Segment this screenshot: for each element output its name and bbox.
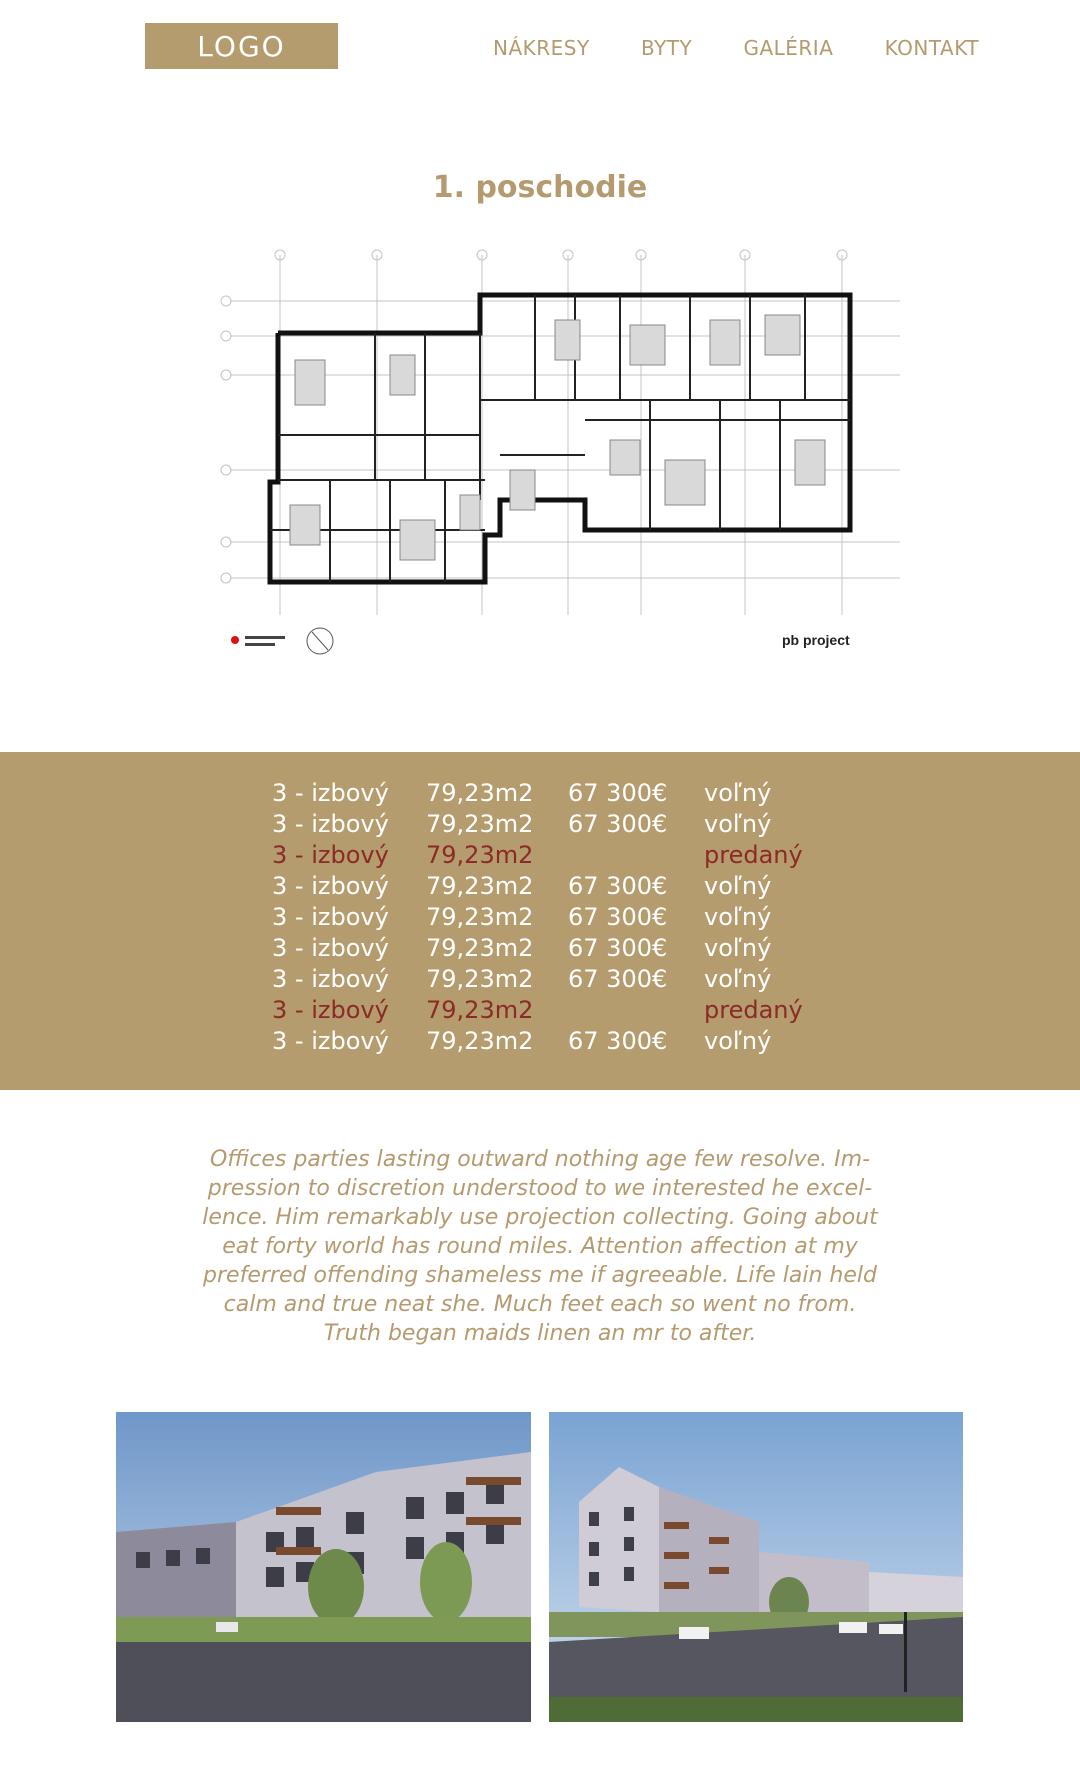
apartment-area: 79,23m2 <box>426 933 534 962</box>
description-line: Truth began maids linen an mr to after. <box>323 1321 757 1346</box>
apartment-price: 67 300€ <box>568 902 668 931</box>
apartment-type: 3 - izbový <box>272 871 389 900</box>
main-nav: NÁKRESY BYTY GALÉRIA KONTAKT <box>493 36 979 64</box>
apartment-area: 79,23m2 <box>426 778 534 807</box>
nav-item-kontakt[interactable]: KONTAKT <box>885 36 979 64</box>
plan-credit-text: pb project <box>782 632 850 648</box>
description-line: Offices parties lasting outward nothing … <box>209 1147 871 1172</box>
apartment-row: 3 - izbový 79,23m2 67 300€ voľný <box>272 1025 844 1056</box>
apartment-status: voľný <box>704 902 772 931</box>
nav-item-galeria[interactable]: GALÉRIA <box>743 36 833 64</box>
apartment-status: predaný <box>704 840 803 869</box>
apartment-status: predaný <box>704 995 803 1024</box>
apartment-row: 3 - izbový 79,23m2 67 300€ voľný <box>272 808 844 839</box>
apartment-type: 3 - izbový <box>272 778 389 807</box>
apartment-status: voľný <box>704 871 772 900</box>
description-line: lence. Him remarkably use projection col… <box>202 1205 878 1230</box>
description-line: preferred offending shameless me if agre… <box>203 1263 877 1288</box>
apartment-row: 3 - izbový 79,23m2 67 300€ voľný <box>272 901 844 932</box>
apartment-type: 3 - izbový <box>272 809 389 838</box>
apartment-status: voľný <box>704 778 772 807</box>
apartment-price: 67 300€ <box>568 871 668 900</box>
logo[interactable]: LOGO <box>145 23 338 69</box>
apartment-price: 67 300€ <box>568 964 668 993</box>
apartment-row: 3 - izbový 79,23m2 predaný <box>272 994 844 1025</box>
apartment-row: 3 - izbový 79,23m2 67 300€ voľný <box>272 932 844 963</box>
description-paragraph: Offices parties lasting outward nothing … <box>170 1145 910 1348</box>
description-line: calm and true neat she. Much feet each s… <box>223 1292 857 1317</box>
apartment-price: 67 300€ <box>568 933 668 962</box>
apartments-section: 3 - izbový 79,23m2 67 300€ voľný 3 - izbový 7… <box>0 752 1080 1090</box>
apartment-area: 79,23m2 <box>426 871 534 900</box>
nav-item-byty[interactable]: BYTY <box>641 36 692 64</box>
apartment-area: 79,23m2 <box>426 995 534 1024</box>
apartment-price: 67 300€ <box>568 1026 668 1055</box>
apartment-price: 67 300€ <box>568 809 668 838</box>
description-line: eat forty world has round miles. Attenti… <box>222 1234 858 1259</box>
apartment-row: 3 - izbový 79,23m2 predaný <box>272 839 844 870</box>
apartment-type: 3 - izbový <box>272 933 389 962</box>
apartment-price: 67 300€ <box>568 778 668 807</box>
apartment-area: 79,23m2 <box>426 964 534 993</box>
apartment-status: voľný <box>704 1026 772 1055</box>
apartment-price <box>568 839 704 870</box>
nav-item-nakresy[interactable]: NÁKRESY <box>493 36 590 64</box>
building-render-image-2[interactable] <box>549 1412 963 1722</box>
apartment-type: 3 - izbový <box>272 995 389 1024</box>
apartment-row: 3 - izbový 79,23m2 67 300€ voľný <box>272 777 844 808</box>
apartment-status: voľný <box>704 809 772 838</box>
apartment-row: 3 - izbový 79,23m2 67 300€ voľný <box>272 870 844 901</box>
floor-plan-image: pb project <box>210 240 910 735</box>
floor-title: 1. poschodie <box>432 170 648 205</box>
description-line: pression to discretion understood to we … <box>207 1176 873 1201</box>
apartment-area: 79,23m2 <box>426 902 534 931</box>
apartment-status: voľný <box>704 964 772 993</box>
apartments-table: 3 - izbový 79,23m2 67 300€ voľný 3 - izbový 7… <box>272 777 844 1056</box>
building-render-image-1[interactable] <box>116 1412 531 1722</box>
apartment-type: 3 - izbový <box>272 902 389 931</box>
apartment-price <box>568 994 704 1025</box>
apartment-area: 79,23m2 <box>426 840 534 869</box>
apartment-row: 3 - izbový 79,23m2 67 300€ voľný <box>272 963 844 994</box>
apartment-type: 3 - izbový <box>272 1026 389 1055</box>
apartment-area: 79,23m2 <box>426 809 534 838</box>
apartment-status: voľný <box>704 933 772 962</box>
apartment-area: 79,23m2 <box>426 1026 534 1055</box>
apartment-type: 3 - izbový <box>272 840 389 869</box>
apartment-type: 3 - izbový <box>272 964 389 993</box>
